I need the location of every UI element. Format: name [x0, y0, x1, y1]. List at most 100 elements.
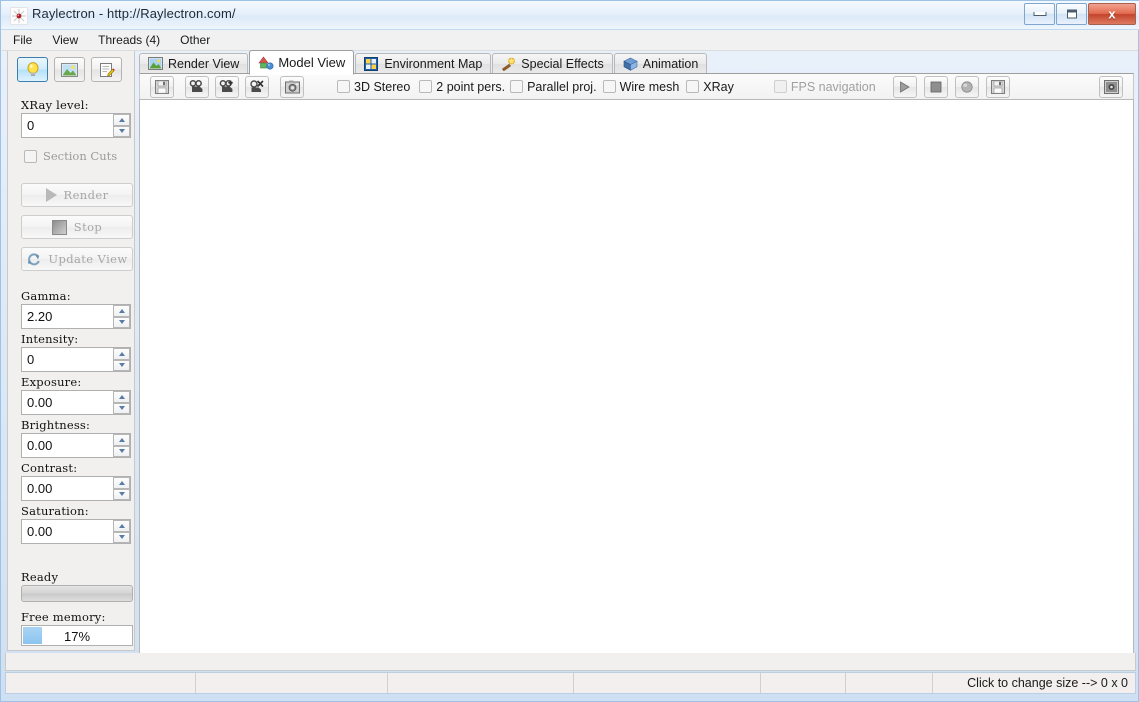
intensity-spinner[interactable]: 0 [21, 347, 131, 372]
brightness-down-button[interactable] [113, 445, 130, 457]
checkbox-wire-mesh[interactable]: Wire mesh [602, 80, 679, 94]
render-button[interactable]: Render [21, 183, 133, 207]
checkbox-box [337, 80, 350, 93]
maximize-button[interactable] [1056, 3, 1087, 25]
section-cuts-checkbox[interactable]: Section Cuts [24, 149, 117, 163]
delete-camera-button[interactable] [245, 75, 269, 98]
tab-strip: Render View Model View Environment Map S… [139, 50, 708, 75]
status-cell-1 [6, 673, 196, 693]
checkbox-2-point-pers[interactable]: 2 point pers. [419, 80, 505, 94]
menu-item-other[interactable]: Other [171, 31, 219, 49]
tab-environment-map-label: Environment Map [384, 57, 483, 71]
tab-animation-label: Animation [642, 57, 699, 71]
maximize-icon [1066, 9, 1077, 19]
right-pane: Render View Model View Environment Map S… [139, 50, 1136, 671]
close-button[interactable]: x [1088, 3, 1136, 25]
sidebar-toolbar [17, 57, 122, 82]
tab-environment-map[interactable]: Environment Map [355, 53, 492, 74]
cube-icon [623, 57, 638, 71]
checkbox-2-point-pers-label: 2 point pers. [436, 79, 506, 94]
chevron-up-icon [118, 480, 125, 485]
view-settings-icon [1103, 79, 1119, 94]
edit-document-button[interactable] [91, 57, 122, 82]
checkbox-parallel-proj-label: Parallel proj. [527, 79, 597, 94]
chevron-up-icon [118, 351, 125, 356]
xray-level-value: 0 [27, 118, 35, 133]
exposure-down-button[interactable] [113, 402, 130, 414]
brightness-up-button[interactable] [113, 434, 130, 446]
xray-level-up-button[interactable] [113, 114, 130, 126]
checkbox-parallel-proj[interactable]: Parallel proj. [510, 79, 597, 94]
snapshot-button[interactable] [280, 75, 304, 98]
tab-render-view-label: Render View [168, 57, 240, 71]
exposure-up-button[interactable] [113, 391, 130, 403]
camera-delete-icon [250, 80, 264, 92]
exposure-spinner[interactable]: 0.00 [21, 390, 131, 415]
stop-button[interactable]: Stop [21, 215, 133, 239]
saturation-spinner[interactable]: 0.00 [21, 519, 131, 544]
bottom-strip [5, 653, 1136, 671]
gamma-spinner[interactable]: 2.20 [21, 304, 131, 329]
sphere-icon [961, 80, 973, 93]
add-camera-button[interactable] [215, 75, 239, 98]
menu-bar: File View Threads (4) Other [2, 30, 1138, 51]
update-view-button[interactable]: Update View [21, 247, 133, 271]
close-icon: x [1108, 6, 1116, 22]
gamma-label: Gamma: [21, 289, 71, 303]
intensity-up-button[interactable] [113, 348, 130, 360]
gamma-down-button[interactable] [113, 316, 130, 328]
menu-item-view[interactable]: View [43, 31, 87, 49]
contrast-down-button[interactable] [113, 488, 130, 500]
contrast-spinner[interactable]: 0.00 [21, 476, 131, 501]
free-memory-label: Free memory: [21, 610, 106, 624]
save-scene-button[interactable] [150, 75, 174, 98]
tab-animation[interactable]: Animation [613, 53, 708, 74]
checkbox-fps-navigation-label: FPS navigation [790, 79, 876, 94]
image-button[interactable] [54, 57, 85, 82]
saturation-down-button[interactable] [113, 531, 130, 543]
xray-level-arrows[interactable] [113, 114, 130, 137]
status-cell-size[interactable]: Click to change size --> 0 x 0 [933, 673, 1135, 693]
minimize-button[interactable] [1024, 3, 1055, 25]
brightness-spinner[interactable]: 0.00 [21, 433, 131, 458]
picture-icon [148, 57, 163, 71]
checkbox-xray[interactable]: XRay [686, 80, 734, 94]
contrast-value: 0.00 [27, 481, 53, 496]
camera-button[interactable] [185, 75, 209, 98]
intensity-value: 0 [27, 352, 35, 367]
chevron-up-icon [118, 308, 125, 313]
model-viewport[interactable] [139, 99, 1134, 670]
checkbox-3d-stereo[interactable]: 3D Stereo [337, 80, 410, 94]
lightbulb-button[interactable] [17, 57, 48, 82]
xray-level-down-button[interactable] [113, 125, 130, 137]
env-map-icon [364, 57, 379, 71]
intensity-down-button[interactable] [113, 359, 130, 371]
checkbox-box [419, 80, 433, 93]
status-bar: Click to change size --> 0 x 0 [5, 672, 1136, 694]
window-controls: x [1023, 3, 1136, 25]
view-settings-button[interactable] [1099, 75, 1123, 98]
menu-item-threads[interactable]: Threads (4) [89, 31, 169, 49]
chevron-down-icon [118, 320, 125, 325]
tab-model-view-label: Model View [278, 55, 346, 70]
sphere-preview-button[interactable] [954, 75, 979, 98]
stop-animation-button[interactable] [923, 75, 948, 98]
menu-item-file[interactable]: File [4, 31, 41, 49]
xray-level-spinner[interactable]: 0 [21, 113, 131, 138]
gamma-value: 2.20 [27, 309, 53, 324]
exposure-label: Exposure: [21, 375, 82, 389]
tab-special-effects[interactable]: Special Effects [492, 53, 613, 74]
tab-render-view[interactable]: Render View [139, 53, 249, 74]
gamma-up-button[interactable] [113, 305, 130, 317]
checkbox-xray-label: XRay [703, 79, 734, 94]
play-animation-button[interactable] [892, 75, 917, 98]
application-window: Raylectron - http://Raylectron.com/ x Fi… [0, 0, 1139, 702]
save-animation-button[interactable] [985, 75, 1010, 98]
tab-model-view[interactable]: Model View [249, 50, 355, 75]
saturation-up-button[interactable] [113, 520, 130, 532]
checkbox-fps-navigation[interactable]: FPS navigation [773, 79, 876, 94]
intensity-label: Intensity: [21, 332, 79, 346]
contrast-up-button[interactable] [113, 477, 130, 489]
chevron-up-icon [118, 523, 125, 528]
image-icon [61, 62, 78, 77]
